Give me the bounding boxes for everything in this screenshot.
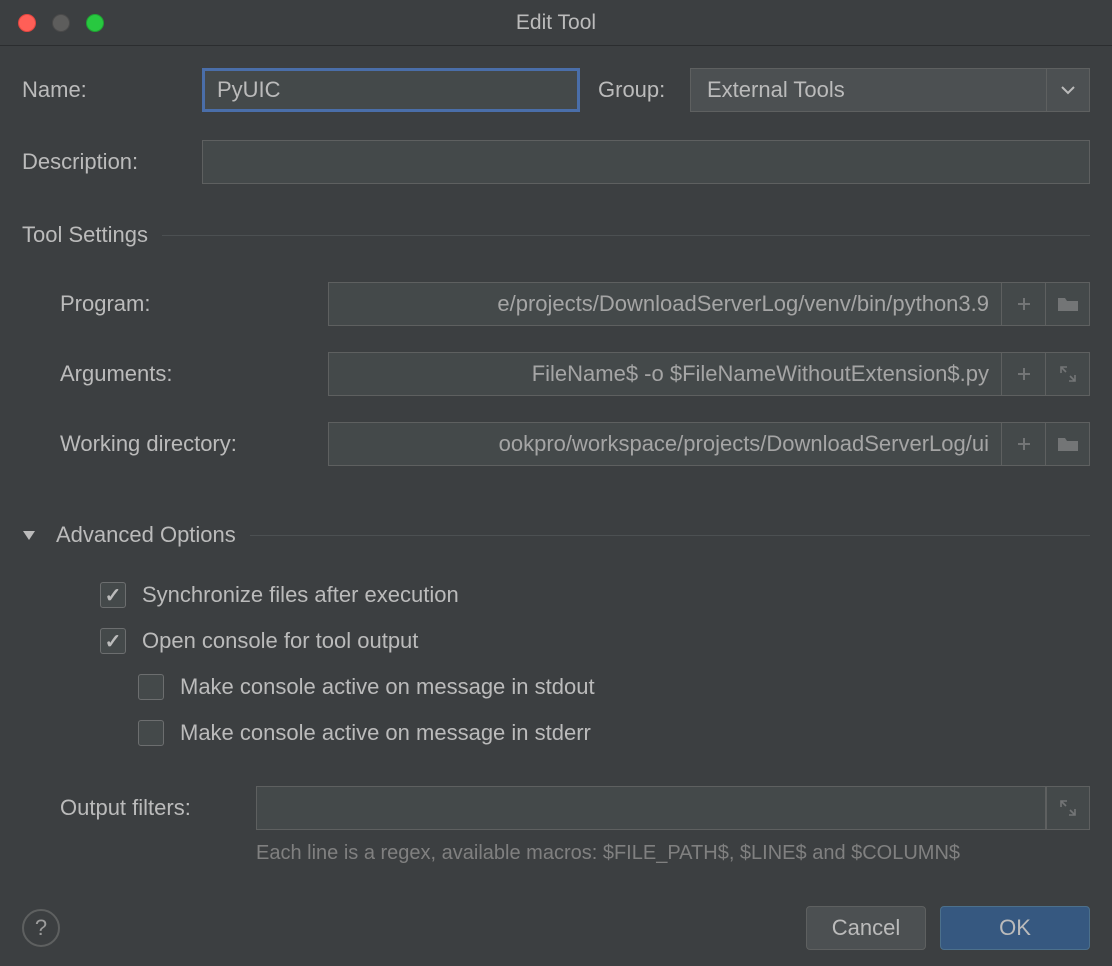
workdir-input[interactable]: ookpro/workspace/projects/DownloadServer…: [328, 422, 1002, 466]
program-input[interactable]: e/projects/DownloadServerLog/venv/bin/py…: [328, 282, 1002, 326]
active-stderr-checkbox[interactable]: [138, 720, 164, 746]
arguments-label: Arguments:: [60, 361, 328, 387]
ok-button[interactable]: OK: [940, 906, 1090, 950]
description-input[interactable]: [202, 140, 1090, 184]
browse-folder-icon[interactable]: [1046, 422, 1090, 466]
output-filters-hint: Each line is a regex, available macros: …: [256, 842, 960, 865]
active-stdout-label: Make console active on message in stdout: [180, 674, 595, 700]
active-stderr-label: Make console active on message in stderr: [180, 720, 591, 746]
output-filters-input[interactable]: [256, 786, 1046, 830]
disclosure-triangle-icon[interactable]: [22, 529, 38, 541]
chevron-down-icon[interactable]: [1046, 68, 1090, 112]
close-window-button[interactable]: [18, 14, 36, 32]
expand-icon[interactable]: [1046, 786, 1090, 830]
group-label: Group:: [598, 77, 690, 103]
window-title: Edit Tool: [516, 11, 596, 35]
open-console-checkbox[interactable]: [100, 628, 126, 654]
group-select-value[interactable]: External Tools: [690, 68, 1046, 112]
maximize-window-button[interactable]: [86, 14, 104, 32]
advanced-options-section: Advanced Options: [56, 522, 236, 548]
group-select[interactable]: External Tools: [690, 68, 1090, 112]
output-filters-label: Output filters:: [60, 795, 256, 821]
sync-files-checkbox[interactable]: [100, 582, 126, 608]
insert-macro-button[interactable]: [1002, 282, 1046, 326]
arguments-input[interactable]: FileName$ -o $FileNameWithoutExtension$.…: [328, 352, 1002, 396]
insert-macro-button[interactable]: [1002, 422, 1046, 466]
help-button[interactable]: ?: [22, 909, 60, 947]
minimize-window-button[interactable]: [52, 14, 70, 32]
program-label: Program:: [60, 291, 328, 317]
insert-macro-button[interactable]: [1002, 352, 1046, 396]
name-label: Name:: [22, 77, 202, 103]
workdir-label: Working directory:: [60, 431, 328, 457]
window-controls: [0, 14, 104, 32]
name-input[interactable]: [202, 68, 580, 112]
titlebar: Edit Tool: [0, 0, 1112, 46]
tool-settings-section: Tool Settings: [22, 222, 148, 248]
browse-folder-icon[interactable]: [1046, 282, 1090, 326]
expand-icon[interactable]: [1046, 352, 1090, 396]
active-stdout-checkbox[interactable]: [138, 674, 164, 700]
sync-files-label: Synchronize files after execution: [142, 582, 459, 608]
description-label: Description:: [22, 149, 202, 175]
cancel-button[interactable]: Cancel: [806, 906, 926, 950]
open-console-label: Open console for tool output: [142, 628, 418, 654]
